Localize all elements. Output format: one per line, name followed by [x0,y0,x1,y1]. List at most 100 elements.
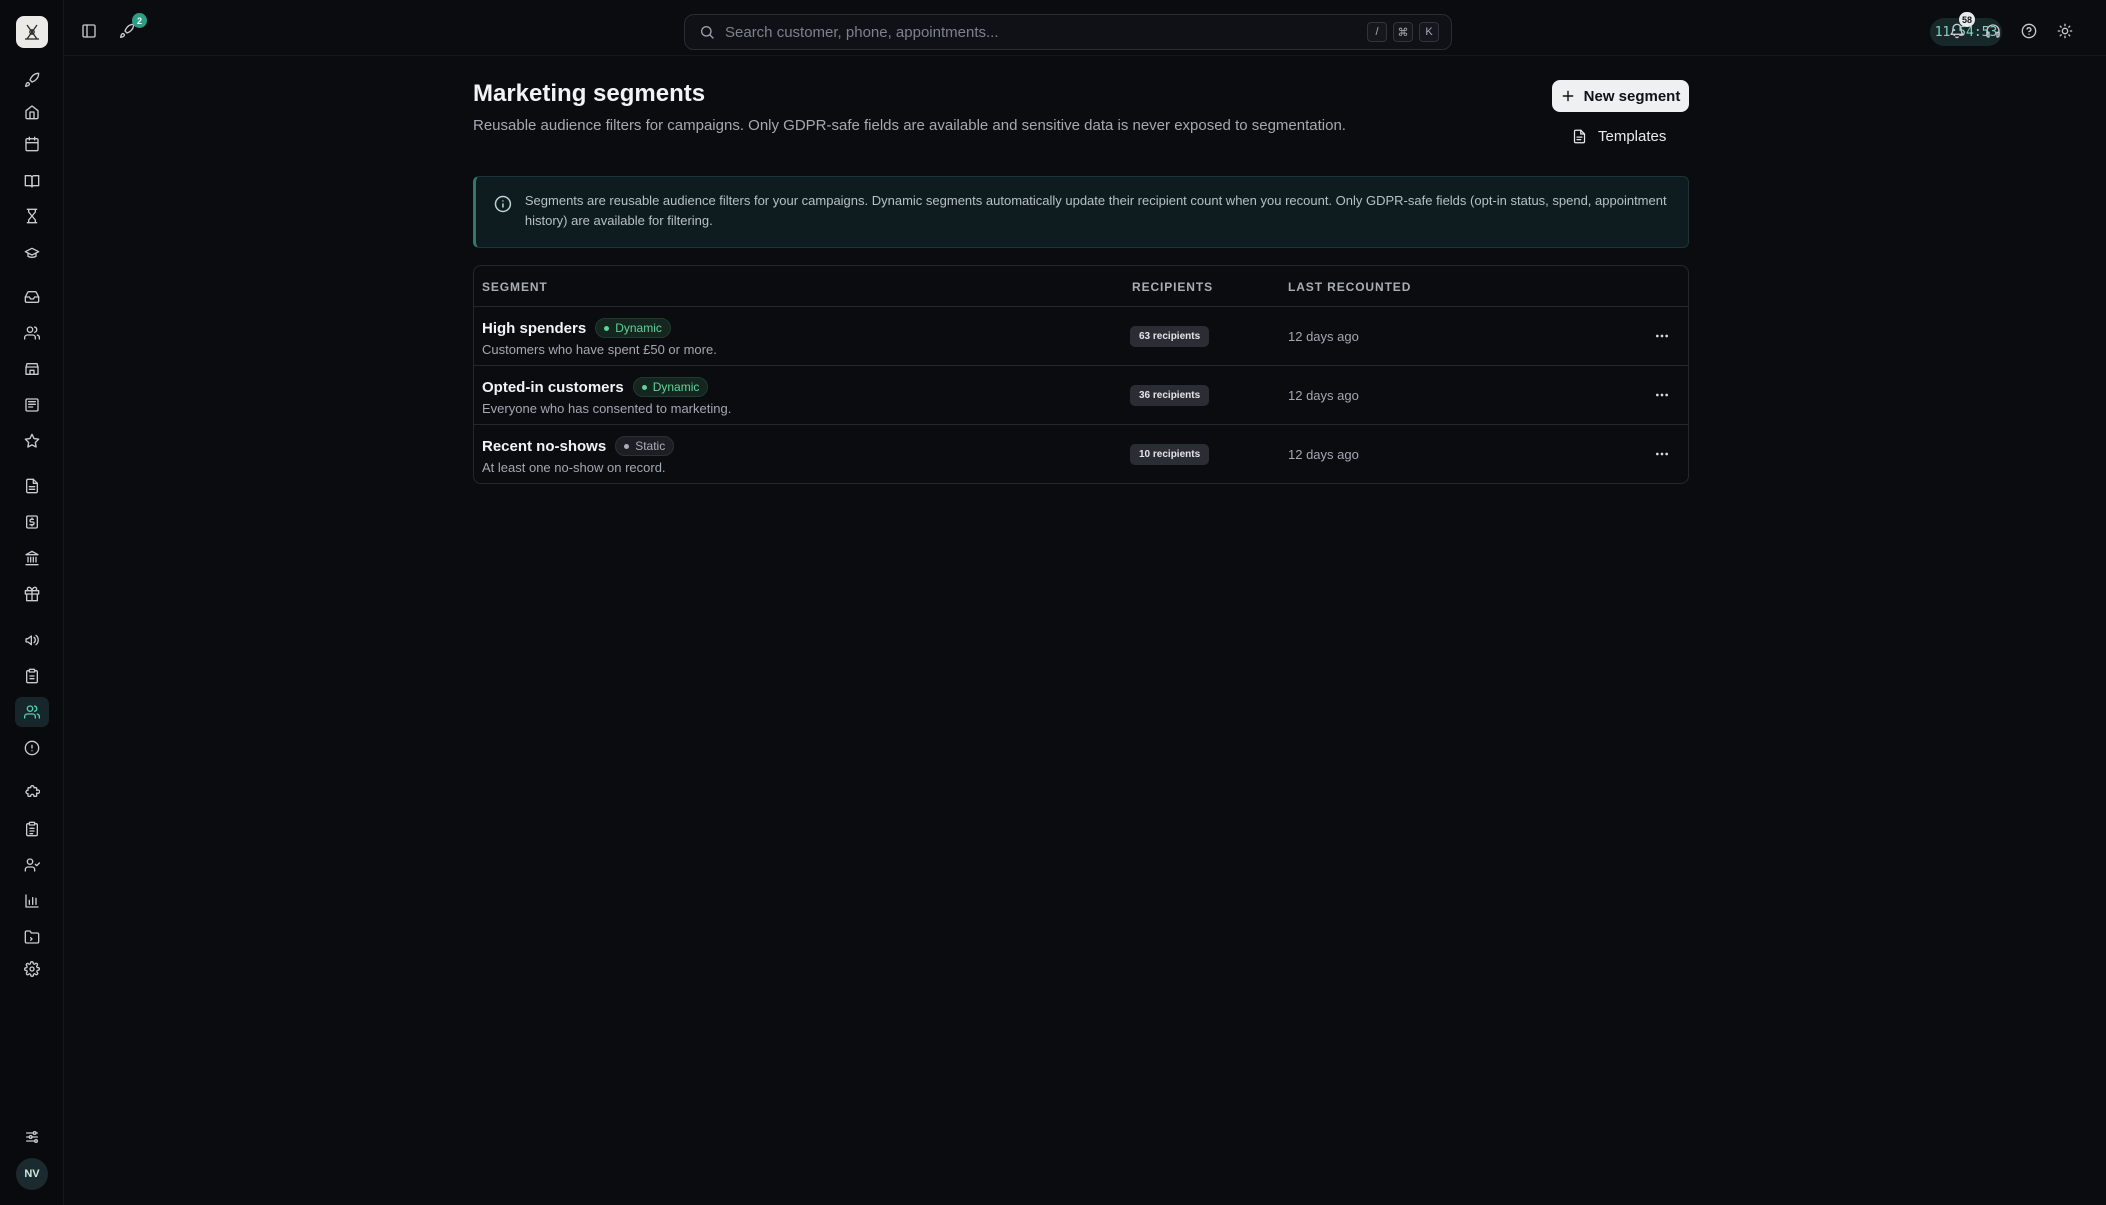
users-icon [24,326,40,340]
search-input[interactable]: Search customer, phone, appointments... … [684,14,1452,50]
sidebar-item-staff[interactable] [15,850,49,880]
segment-type-badge: Static [615,436,675,456]
segment-name-cell: Recent no-shows Static [482,436,675,456]
sidebar-preferences-button[interactable] [15,1122,49,1152]
sidebar-item-campaigns[interactable] [15,625,49,655]
launch-badge: 2 [132,13,147,28]
sidebar-item-launch[interactable] [15,65,49,95]
column-header-segment: SEGMENT [482,280,548,294]
segment-description: Everyone who has consented to marketing. [482,401,732,416]
sun-icon [2057,23,2073,39]
sidebar-item-store[interactable] [15,354,49,384]
recipients-badge: 10 recipients [1130,444,1210,465]
table-row[interactable]: Opted-in customers Dynamic Everyone who … [474,366,1688,425]
sidebar-item-invoices[interactable] [15,507,49,537]
row-actions-button[interactable] [1648,322,1676,350]
segment-description: Customers who have spent £50 or more. [482,342,717,357]
theme-toggle-button[interactable] [2050,16,2080,46]
sidebar-item-alerts[interactable] [15,733,49,763]
notifications-button[interactable]: 58 [1942,12,1975,46]
hourglass-icon [26,208,38,224]
sidebar: NV [0,0,64,1205]
home-icon [25,105,39,120]
logo-icon [25,24,39,40]
sidebar-item-book[interactable] [15,166,49,196]
segment-type-badge: Dynamic [595,318,671,338]
sidebar-item-inbox[interactable] [15,282,49,312]
topbar: 2 Search customer, phone, appointments..… [64,0,2106,56]
sidebar-item-reports[interactable] [15,886,49,916]
row-actions-button[interactable] [1648,381,1676,409]
templates-button[interactable]: Templates [1564,121,1674,151]
sidebar-toggle-icon [82,24,96,38]
recipients-badge: 63 recipients [1130,326,1210,347]
notifications-badge: 58 [1958,12,1975,27]
clipboard-list-icon [26,821,38,837]
bar-chart-icon [25,894,39,908]
segment-description: At least one no-show on record. [482,460,666,475]
sidebar-item-documents[interactable] [15,471,49,501]
sidebar-item-training[interactable] [15,238,49,268]
sidebar-item-forms[interactable] [15,661,49,691]
help-button[interactable] [2014,16,2044,46]
avatar[interactable]: NV [16,1158,48,1190]
sidebar-item-files[interactable] [15,922,49,952]
settings-icon [24,961,40,977]
app-logo[interactable] [16,16,48,48]
sidebar-item-settings[interactable] [15,954,49,984]
star-icon [24,433,40,448]
segments-table: SEGMENT RECIPIENTS LAST RECOUNTED High s… [473,265,1689,484]
toggle-sidebar-button[interactable] [74,16,104,46]
launch-button[interactable]: 2 [112,13,147,46]
sidebar-item-reviews[interactable] [15,426,49,456]
sidebar-item-waitlist[interactable] [15,201,49,231]
sliders-icon [26,1131,38,1143]
folder-icon [24,930,40,944]
sidebar-item-tasks[interactable] [15,814,49,844]
templates-label: Templates [1598,127,1667,145]
sidebar-item-customers[interactable] [15,318,49,348]
rocket-icon [25,72,40,87]
graduation-cap-icon [24,247,40,258]
table-row[interactable]: Recent no-shows Static At least one no-s… [474,425,1688,483]
support-button[interactable] [1978,16,2008,46]
plus-icon [1562,90,1574,102]
column-header-last-recounted: LAST RECOUNTED [1288,280,1412,294]
sidebar-item-news[interactable] [15,390,49,420]
inbox-icon [24,291,40,303]
segment-name[interactable]: Opted-in customers [482,379,624,396]
row-actions-button[interactable] [1648,440,1676,468]
shortcut-key-slash: / [1367,22,1387,42]
table-header: SEGMENT RECIPIENTS LAST RECOUNTED [474,266,1688,307]
info-text: Segments are reusable audience filters f… [524,193,1667,228]
sidebar-item-gift-cards[interactable] [15,579,49,609]
segment-name-cell: High spenders Dynamic [482,318,671,338]
sidebar-item-home[interactable] [15,97,49,127]
sidebar-item-finance[interactable] [15,543,49,573]
newspaper-icon [25,398,39,412]
store-icon [25,363,39,375]
segment-type-label: Dynamic [652,380,700,394]
headset-icon [1986,24,2000,38]
last-recounted: 12 days ago [1288,447,1359,462]
segment-name[interactable]: Recent no-shows [482,438,606,455]
user-check-icon [24,858,40,872]
sidebar-item-segments[interactable] [15,697,49,727]
new-segment-button[interactable]: New segment [1552,80,1689,112]
segment-name[interactable]: High spenders [482,320,586,337]
shortcut-key-k: K [1419,22,1439,42]
segment-type-label: Static [635,439,666,453]
megaphone-icon [25,634,39,646]
sidebar-item-calendar[interactable] [15,129,49,159]
gift-icon [24,586,40,602]
segment-name-cell: Opted-in customers Dynamic [482,377,709,397]
sidebar-item-integrations[interactable] [15,778,49,808]
bank-icon [25,550,39,566]
file-text-icon [26,478,38,494]
last-recounted: 12 days ago [1288,329,1359,344]
more-horizontal-icon [1656,452,1668,456]
table-row[interactable]: High spenders Dynamic Customers who have… [474,307,1688,366]
new-segment-label: New segment [1583,87,1681,105]
puzzle-icon [25,785,40,797]
clipboard-icon [26,668,38,684]
